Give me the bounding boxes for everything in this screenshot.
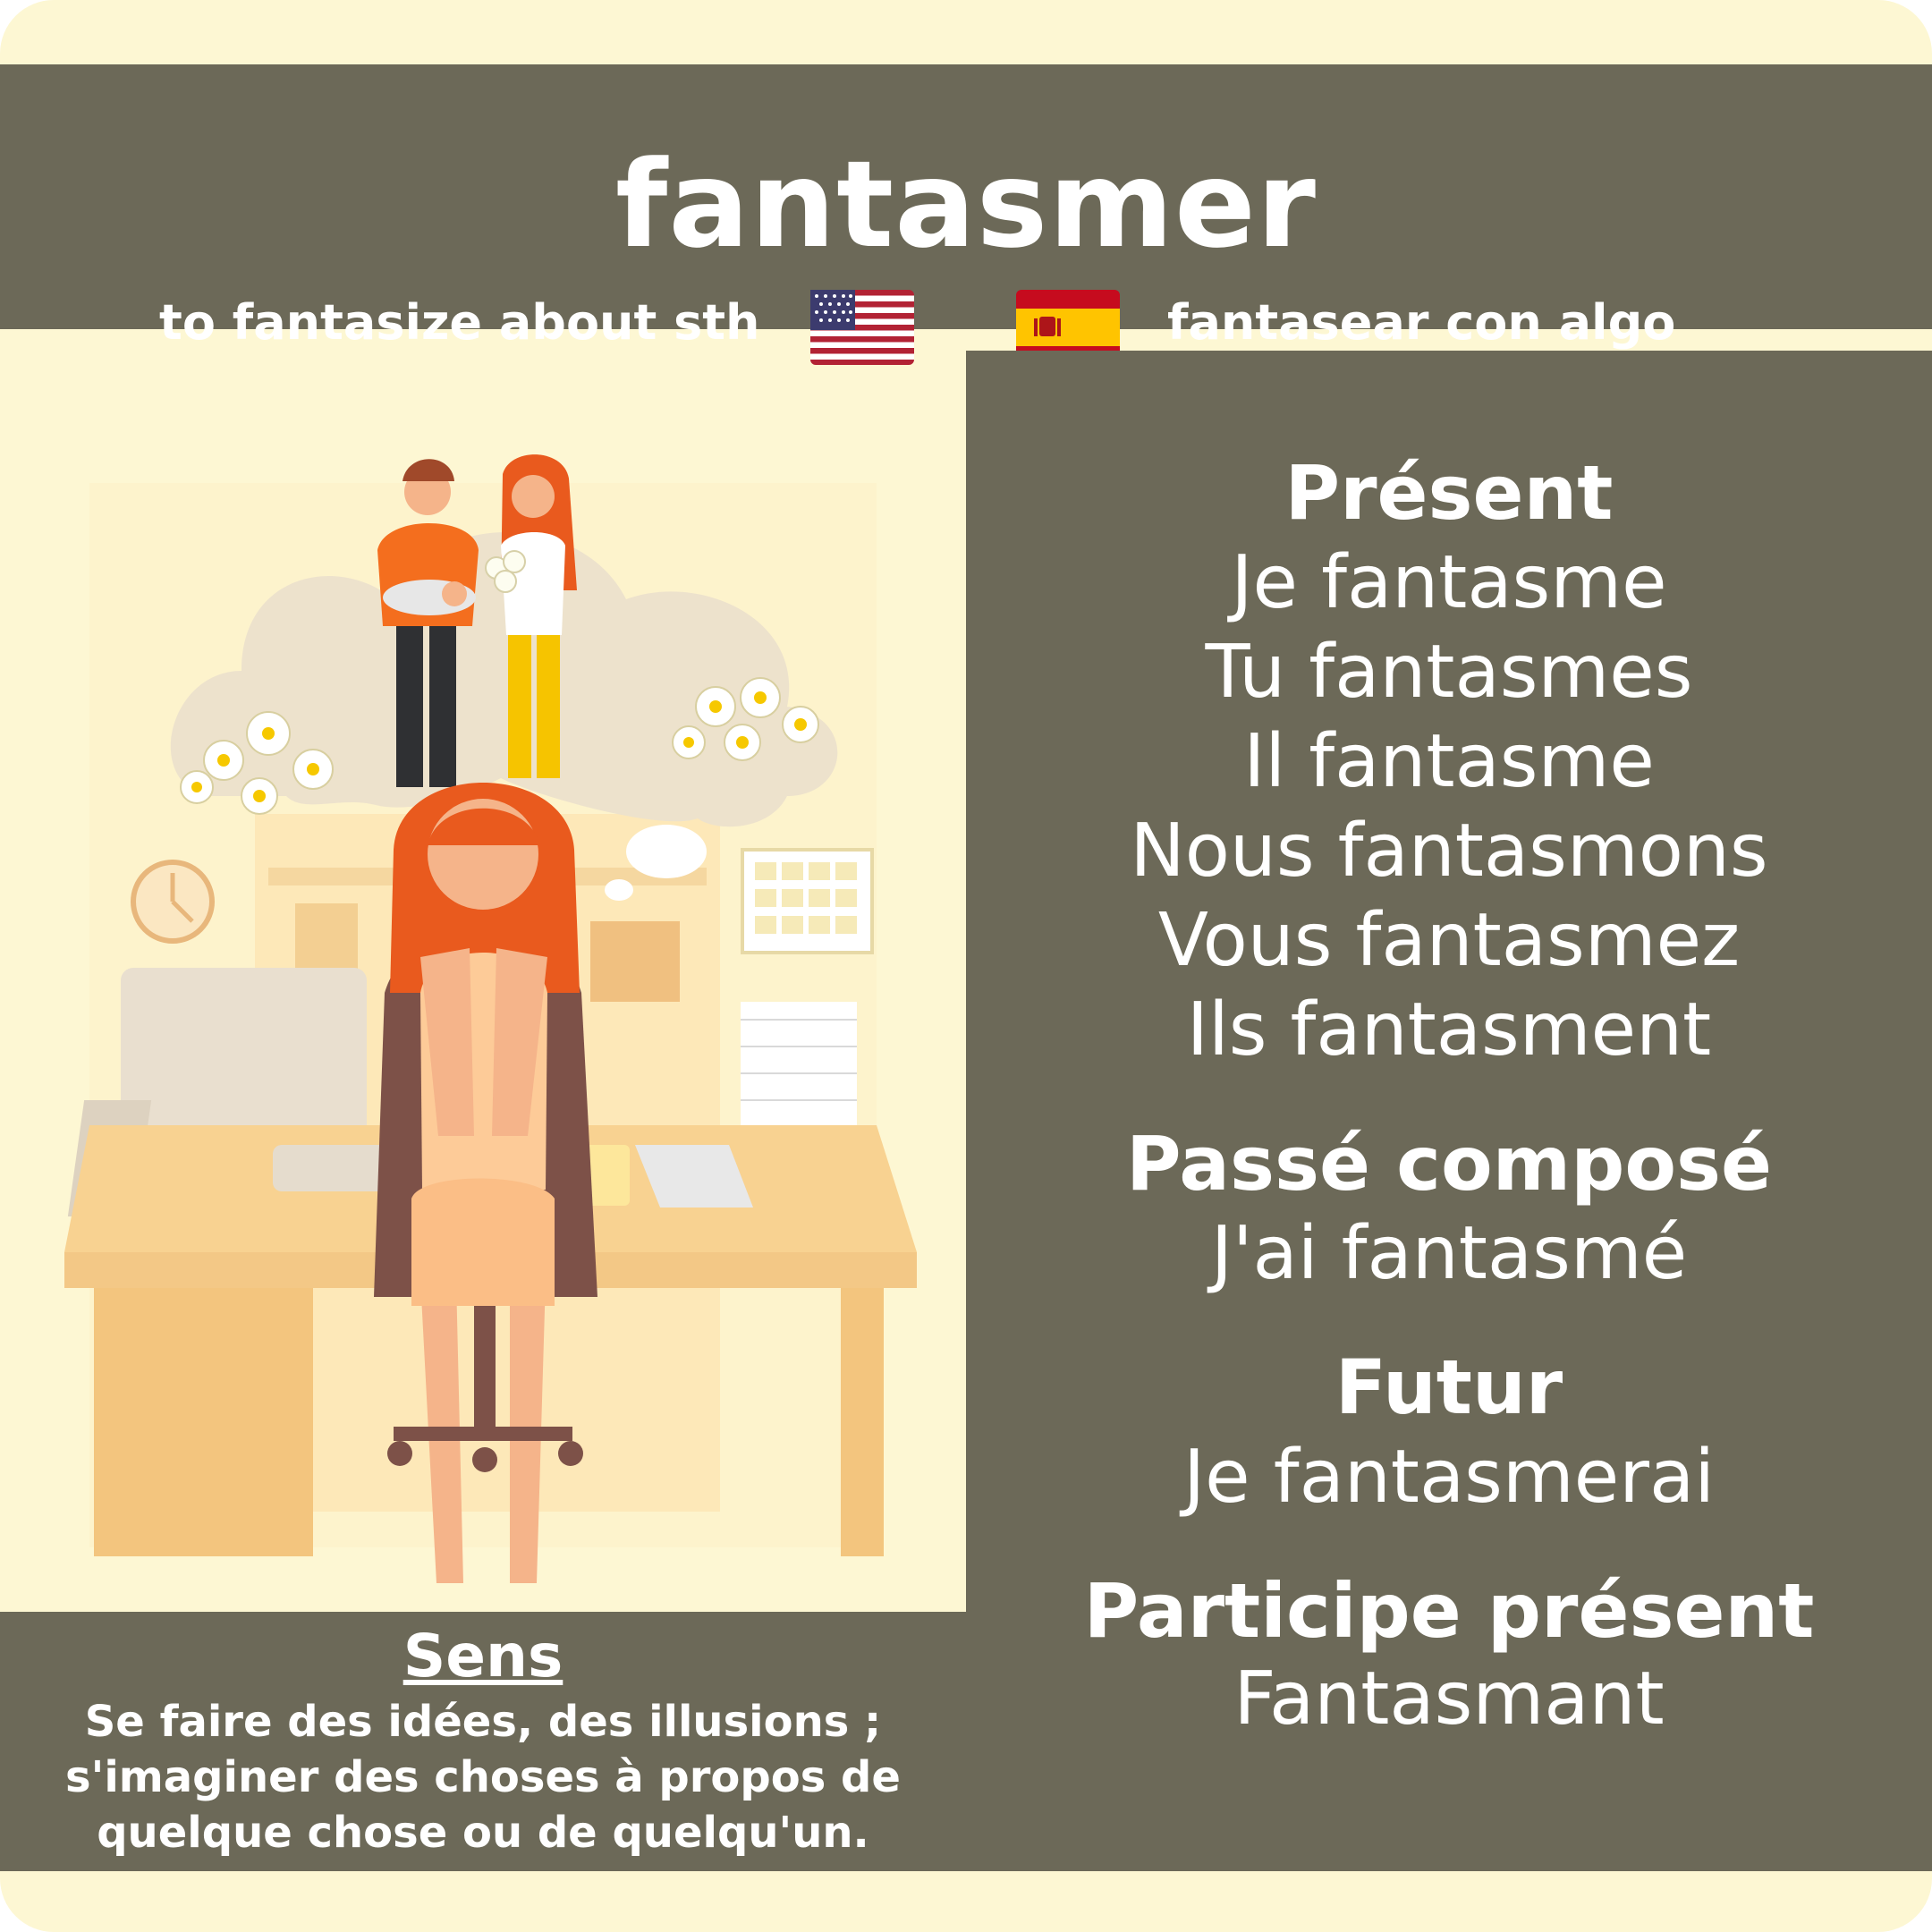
present-form-1: Je fantasme xyxy=(1231,540,1667,625)
meaning-title: Sens xyxy=(402,1622,564,1690)
spanish-translation: fantasear con algo xyxy=(1167,294,1676,351)
conjugation-panel: Présent Je fantasme Tu fantasmes Il fant… xyxy=(966,351,1932,1871)
clock-icon xyxy=(131,860,215,944)
verb-card: fantasmer to fantasize about sth fantase… xyxy=(0,0,1932,1932)
header-bar: fantasmer to fantasize about sth fantase… xyxy=(0,64,1932,365)
passe-compose-form: J'ai fantasmé xyxy=(1210,1211,1688,1296)
meaning-box: Sens Se faire des idées, des illusions ;… xyxy=(0,1612,966,1871)
tense-passe-compose-title: Passé composé xyxy=(1125,1120,1773,1208)
office-daydream-illustration xyxy=(64,454,917,1583)
meaning-text: Se faire des idées, des illusions ; s'im… xyxy=(65,1697,901,1858)
tense-participe-present-title: Participe présent xyxy=(1083,1567,1815,1655)
participe-present-form: Fantasmant xyxy=(1233,1657,1665,1741)
tense-futur-title: Futur xyxy=(1335,1343,1563,1431)
present-form-3: Il fantasme xyxy=(1243,719,1655,804)
futur-form: Je fantasmerai xyxy=(1183,1435,1715,1520)
present-form-2: Tu fantasmes xyxy=(1205,630,1693,715)
verb-title: fantasmer xyxy=(615,135,1317,275)
present-form-4: Nous fantasmons xyxy=(1130,809,1768,894)
tense-present-title: Présent xyxy=(1284,449,1614,537)
present-form-6: Ils fantasment xyxy=(1186,987,1712,1072)
present-form-5: Vous fantasmez xyxy=(1157,898,1741,983)
calendar-icon xyxy=(741,848,874,954)
